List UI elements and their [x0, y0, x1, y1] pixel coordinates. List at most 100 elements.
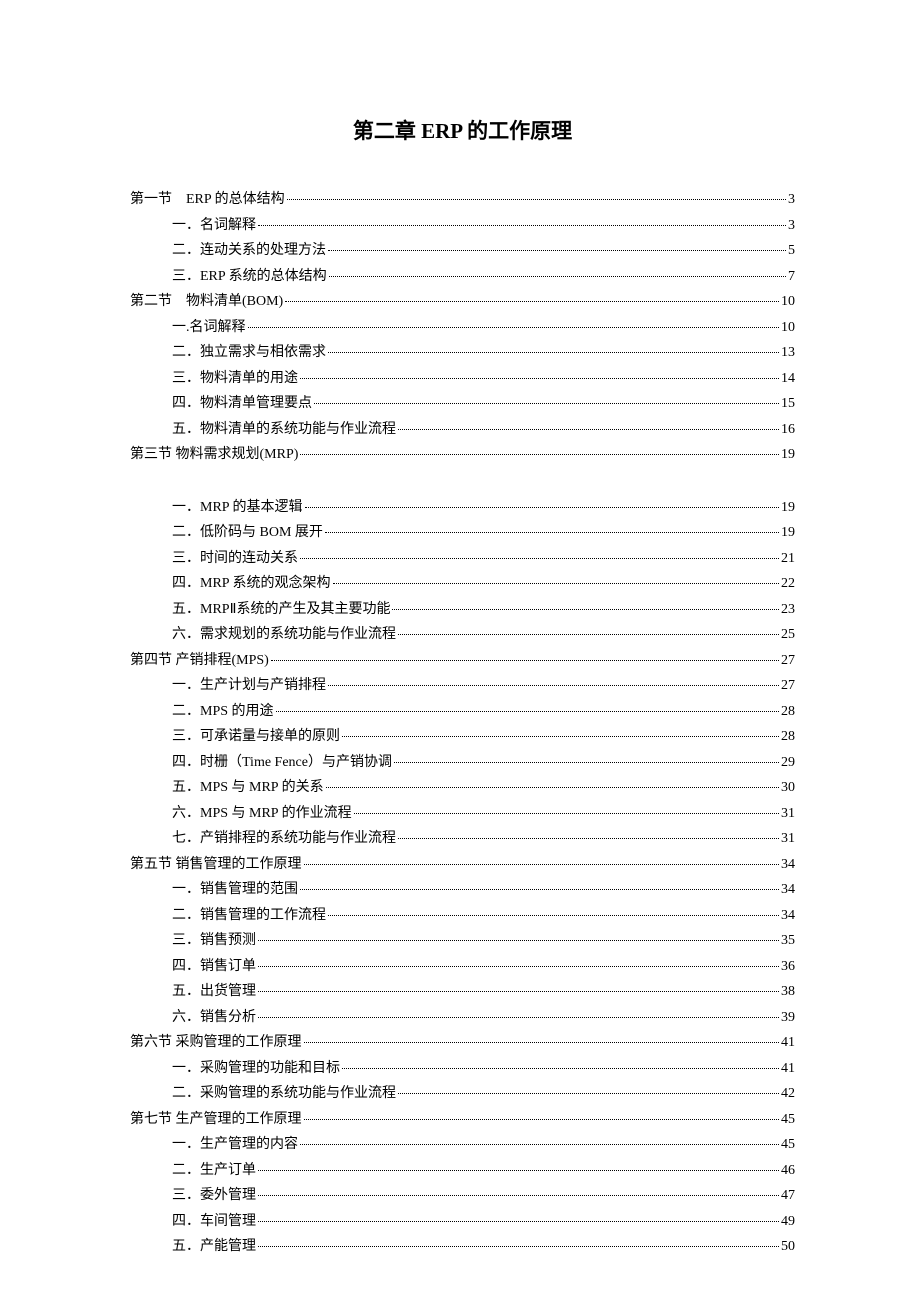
toc-label: 第六节 采购管理的工作原理	[130, 1036, 302, 1050]
toc-label: 一．生产管理的内容	[172, 1138, 298, 1152]
toc-page-number: 34	[781, 858, 795, 872]
toc-gap	[130, 474, 795, 501]
toc-entry: 五．出货管理38	[130, 985, 795, 999]
toc-label: 一．生产计划与产销排程	[172, 679, 326, 693]
toc-entry: 三．可承诺量与接单的原则28	[130, 730, 795, 744]
toc-label: 二．独立需求与相依需求	[172, 346, 326, 360]
toc-label: 四．时栅（Time Fence）与产销协调	[172, 756, 392, 770]
toc-entry: 第七节 生产管理的工作原理45	[130, 1113, 795, 1127]
toc-leader-dots	[258, 1195, 779, 1196]
toc-label: 第五节 销售管理的工作原理	[130, 858, 302, 872]
toc-label: 第七节 生产管理的工作原理	[130, 1113, 302, 1127]
toc-page-number: 16	[781, 423, 795, 437]
toc-page-number: 3	[788, 193, 795, 207]
toc-leader-dots	[305, 507, 779, 508]
toc-entry: 二．低阶码与 BOM 展开 19	[130, 526, 795, 540]
toc-leader-dots	[398, 838, 779, 839]
toc-leader-dots	[304, 1042, 780, 1043]
toc-leader-dots	[258, 966, 779, 967]
table-of-contents: 第一节 ERP 的总体结构3一．名词解释3二．连动关系的处理方法5三．ERP 系…	[130, 193, 795, 1254]
toc-label: 第二节 物料清单(BOM)	[130, 295, 283, 309]
toc-page-number: 34	[781, 909, 795, 923]
toc-leader-dots	[258, 940, 779, 941]
toc-entry: 一.名词解释10	[130, 321, 795, 335]
toc-leader-dots	[258, 1017, 779, 1018]
toc-page-number: 5	[788, 244, 795, 258]
toc-page-number: 36	[781, 960, 795, 974]
toc-label: 四．销售订单	[172, 960, 256, 974]
toc-label: 四．MRP 系统的观念架构	[172, 577, 331, 591]
page-title: 第二章 ERP 的工作原理	[130, 115, 795, 145]
toc-label: 五．物料清单的系统功能与作业流程	[172, 423, 396, 437]
toc-leader-dots	[329, 276, 786, 277]
toc-label: 二．低阶码与 BOM 展开	[172, 526, 323, 540]
toc-entry: 第六节 采购管理的工作原理 41	[130, 1036, 795, 1050]
toc-leader-dots	[328, 352, 779, 353]
toc-entry: 第四节 产销排程(MPS)27	[130, 654, 795, 668]
toc-leader-dots	[300, 558, 779, 559]
toc-entry: 二．独立需求与相依需求13	[130, 346, 795, 360]
toc-leader-dots	[314, 403, 779, 404]
toc-label: 一．名词解释	[172, 219, 256, 233]
toc-leader-dots	[300, 454, 779, 455]
toc-page-number: 50	[781, 1240, 795, 1254]
toc-entry: 三．委外管理 47	[130, 1189, 795, 1203]
toc-page-number: 19	[781, 501, 795, 515]
toc-page-number: 21	[781, 552, 795, 566]
toc-label: 一．MRP 的基本逻辑	[172, 501, 303, 515]
toc-leader-dots	[328, 250, 786, 251]
toc-page-number: 19	[781, 526, 795, 540]
toc-leader-dots	[300, 1144, 779, 1145]
toc-label: 七．产销排程的系统功能与作业流程	[172, 832, 396, 846]
toc-leader-dots	[342, 1068, 779, 1069]
toc-entry: 一．生产计划与产销排程27	[130, 679, 795, 693]
toc-entry: 第一节 ERP 的总体结构3	[130, 193, 795, 207]
toc-leader-dots	[398, 634, 779, 635]
toc-page-number: 46	[781, 1164, 795, 1178]
toc-leader-dots	[258, 225, 786, 226]
toc-page-number: 23	[781, 603, 795, 617]
toc-page-number: 47	[781, 1189, 795, 1203]
toc-page-number: 15	[781, 397, 795, 411]
toc-leader-dots	[258, 1246, 779, 1247]
toc-entry: 六．需求规划的系统功能与作业流程25	[130, 628, 795, 642]
toc-leader-dots	[287, 199, 786, 200]
toc-label: 五．MPS 与 MRP 的关系	[172, 781, 324, 795]
toc-label: 五．出货管理	[172, 985, 256, 999]
toc-page-number: 7	[788, 270, 795, 284]
toc-leader-dots	[300, 889, 779, 890]
toc-leader-dots	[325, 532, 779, 533]
toc-leader-dots	[258, 991, 779, 992]
toc-page-number: 41	[781, 1036, 795, 1050]
toc-entry: 四．MRP 系统的观念架构 22	[130, 577, 795, 591]
toc-page-number: 30	[781, 781, 795, 795]
toc-page-number: 31	[781, 807, 795, 821]
toc-entry: 一．生产管理的内容 45	[130, 1138, 795, 1152]
toc-page-number: 25	[781, 628, 795, 642]
toc-label: 三．销售预测	[172, 934, 256, 948]
toc-leader-dots	[285, 301, 779, 302]
toc-page-number: 22	[781, 577, 795, 591]
toc-label: 二．采购管理的系统功能与作业流程	[172, 1087, 396, 1101]
toc-page-number: 10	[781, 295, 795, 309]
toc-entry: 三．销售预测35	[130, 934, 795, 948]
toc-entry: 二．连动关系的处理方法5	[130, 244, 795, 258]
toc-page-number: 3	[788, 219, 795, 233]
toc-page-number: 42	[781, 1087, 795, 1101]
toc-leader-dots	[304, 1119, 780, 1120]
toc-page-number: 27	[781, 654, 795, 668]
toc-label: 四．物料清单管理要点	[172, 397, 312, 411]
toc-label: 一．采购管理的功能和目标	[172, 1062, 340, 1076]
toc-label: 三．委外管理	[172, 1189, 256, 1203]
toc-label: 六．销售分析	[172, 1011, 256, 1025]
toc-leader-dots	[326, 787, 779, 788]
toc-page-number: 45	[781, 1138, 795, 1152]
toc-entry: 第三节 物料需求规划(MRP)19	[130, 448, 795, 462]
toc-leader-dots	[394, 762, 779, 763]
toc-leader-dots	[328, 685, 779, 686]
toc-page-number: 39	[781, 1011, 795, 1025]
toc-entry: 一．MRP 的基本逻辑 19	[130, 501, 795, 515]
toc-entry: 六．MPS 与 MRP 的作业流程31	[130, 807, 795, 821]
toc-page-number: 29	[781, 756, 795, 770]
toc-leader-dots	[258, 1221, 779, 1222]
